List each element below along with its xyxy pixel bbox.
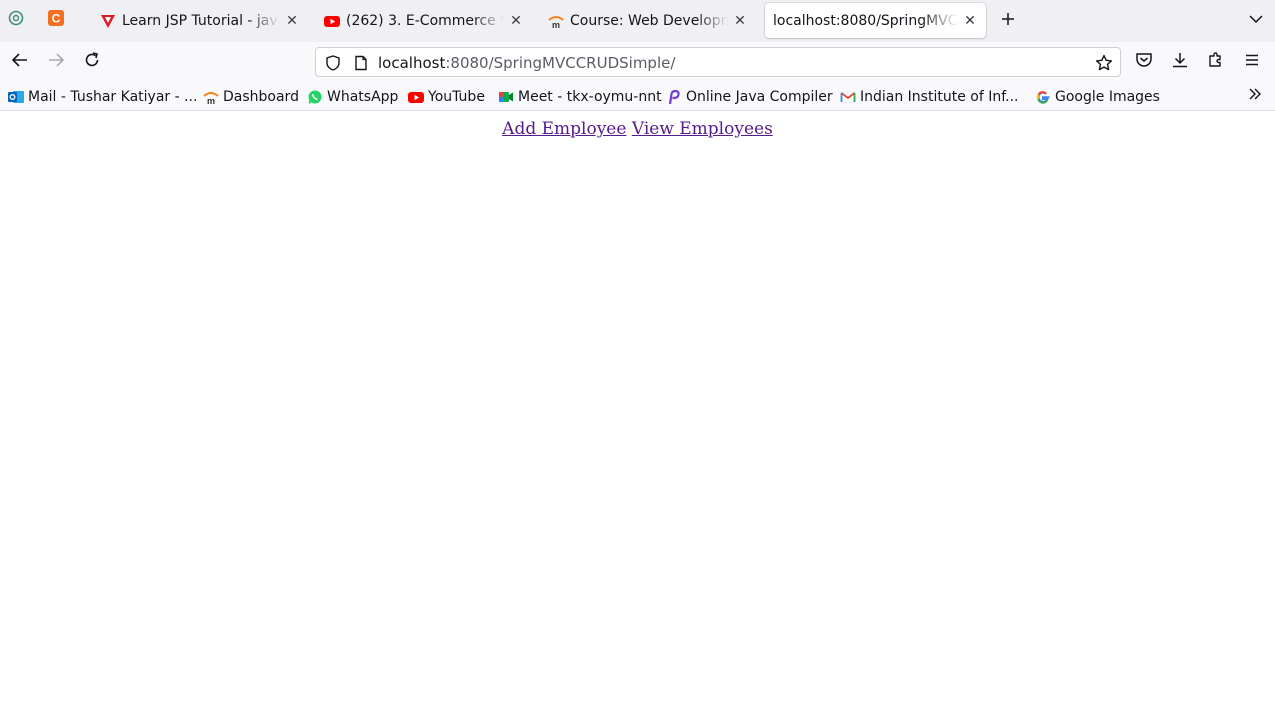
bookmark-youtube[interactable]: YouTube — [408, 87, 485, 107]
tab-youtube[interactable]: (262) 3. E-Commerce Shop ✕ — [316, 3, 532, 38]
bookmark-dashboard[interactable]: m Dashboard — [203, 87, 299, 107]
forward-button[interactable] — [44, 50, 68, 74]
bookmark-google-images[interactable]: Google Images — [1035, 87, 1160, 107]
chevron-down-icon — [1248, 11, 1264, 31]
add-employee-link[interactable]: Add Employee — [502, 119, 626, 139]
pinned-tab-codechef[interactable]: C — [44, 8, 68, 32]
hamburger-menu-icon — [1243, 51, 1261, 73]
dashboard-icon: m — [203, 89, 219, 105]
youtube-icon — [324, 13, 340, 29]
reload-button[interactable] — [80, 50, 104, 74]
shield-icon[interactable] — [324, 54, 342, 72]
downloads-button[interactable] — [1168, 50, 1192, 74]
view-employees-link[interactable]: View Employees — [632, 119, 773, 139]
javatpoint-icon — [100, 13, 116, 29]
tab-strip: C Learn JSP Tutorial - javatpoint ✕ (262… — [0, 0, 1275, 42]
close-icon[interactable]: ✕ — [962, 13, 978, 29]
arrow-left-icon — [11, 51, 29, 73]
tab-course[interactable]: m Course: Web Development ✕ — [540, 3, 756, 38]
nav-links: Add Employee View Employees — [0, 119, 1275, 139]
svg-text:C: C — [52, 12, 61, 26]
app-menu-button[interactable] — [1240, 50, 1264, 74]
bookmarks-toolbar: Mail - Tushar Katiyar - ... m Dashboard … — [0, 82, 1275, 111]
bookmark-label: WhatsApp — [327, 89, 399, 105]
svg-text:m: m — [552, 20, 560, 29]
bookmark-label: Google Images — [1055, 89, 1160, 105]
address-bar[interactable]: localhost:8080/SpringMVCCRUDSimple/ — [315, 47, 1121, 77]
web-page-content: Add Employee View Employees — [0, 112, 1275, 704]
back-button[interactable] — [8, 50, 32, 74]
bookmark-label: Meet - tkx-oymu-nnt — [518, 89, 662, 105]
gmail-icon — [840, 89, 856, 105]
url-host: localhost — [378, 54, 446, 72]
arrow-right-icon — [47, 51, 65, 73]
tab-localhost[interactable]: localhost:8080/SpringMVCCRUDSimple/ ✕ — [765, 3, 986, 38]
bookmarks-overflow-button[interactable] — [1244, 86, 1266, 106]
compiler-icon — [666, 89, 682, 105]
download-icon — [1171, 51, 1189, 73]
bookmark-mail[interactable]: Mail - Tushar Katiyar - ... — [8, 87, 197, 107]
pocket-icon — [1135, 51, 1153, 73]
tab-title: Course: Web Development — [570, 12, 728, 29]
bookmark-label: Online Java Compiler — [686, 89, 833, 105]
bookmark-label: Dashboard — [223, 89, 299, 105]
meet-icon — [498, 89, 514, 105]
reload-icon — [83, 51, 101, 73]
course-icon: m — [548, 13, 564, 29]
outlook-icon — [8, 89, 24, 105]
bookmark-meet[interactable]: Meet - tkx-oymu-nnt — [498, 87, 662, 107]
tab-javatpoint[interactable]: Learn JSP Tutorial - javatpoint ✕ — [92, 3, 308, 38]
whatsapp-icon — [307, 89, 323, 105]
pinned-tab-chatgpt[interactable] — [4, 8, 28, 32]
tab-title: Learn JSP Tutorial - javatpoint — [122, 12, 280, 29]
bookmark-label: YouTube — [428, 89, 485, 105]
tab-title: (262) 3. E-Commerce Shop — [346, 12, 504, 29]
bookmark-java-compiler[interactable]: Online Java Compiler — [666, 87, 833, 107]
youtube-icon — [408, 89, 424, 105]
url-path: :8080/SpringMVCCRUDSimple/ — [445, 54, 676, 72]
close-icon[interactable]: ✕ — [508, 13, 524, 29]
close-icon[interactable]: ✕ — [284, 13, 300, 29]
pocket-button[interactable] — [1132, 50, 1156, 74]
double-chevron-right-icon — [1247, 86, 1263, 106]
bookmark-star-icon[interactable] — [1094, 53, 1114, 73]
extensions-button[interactable] — [1204, 50, 1228, 74]
plus-icon — [1000, 11, 1016, 31]
page-icon[interactable] — [352, 54, 370, 72]
codechef-icon: C — [48, 10, 64, 30]
navigation-toolbar: localhost:8080/SpringMVCCRUDSimple/ — [0, 42, 1275, 82]
bookmark-label: Mail - Tushar Katiyar - ... — [28, 89, 198, 105]
url-text[interactable]: localhost:8080/SpringMVCCRUDSimple/ — [378, 54, 675, 72]
bookmark-label: Indian Institute of Inf... — [860, 89, 1019, 105]
close-icon[interactable]: ✕ — [732, 13, 748, 29]
google-icon — [1035, 89, 1051, 105]
tab-title: localhost:8080/SpringMVCCRUDSimple/ — [773, 12, 958, 29]
svg-text:m: m — [207, 96, 215, 105]
chatgpt-icon — [8, 10, 24, 30]
list-all-tabs-button[interactable] — [1244, 9, 1268, 33]
bookmark-whatsapp[interactable]: WhatsApp — [307, 87, 398, 107]
bookmark-iiit[interactable]: Indian Institute of Inf... — [840, 87, 1018, 107]
new-tab-button[interactable] — [996, 9, 1020, 33]
puzzle-icon — [1207, 51, 1225, 73]
